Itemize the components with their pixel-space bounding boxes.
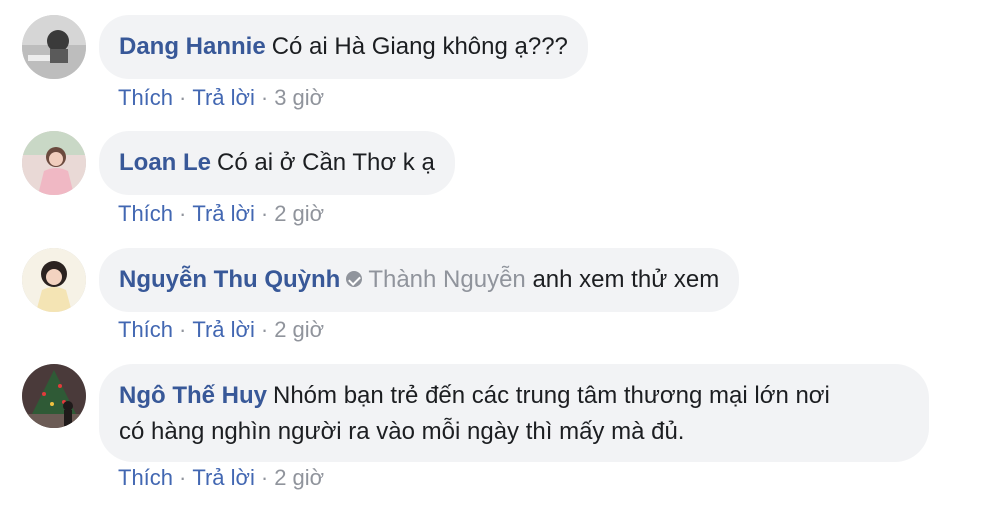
tag-check-icon <box>346 270 363 287</box>
separator-dot: · <box>179 85 187 110</box>
comment-actions: Thích · Trả lời · 3 giờ <box>118 84 324 112</box>
comment-text: anh xem thử xem <box>532 266 720 293</box>
separator-dot: · <box>179 201 187 226</box>
comment-time[interactable]: 3 giờ <box>274 85 324 110</box>
comment-author[interactable]: Loan Le <box>119 149 211 176</box>
comment-text-line-1: Nhóm bạn trẻ đến các trung tâm thương mạ… <box>273 382 830 409</box>
separator-dot: · <box>260 465 269 490</box>
avatar-image <box>22 364 86 428</box>
comment-time[interactable]: 2 giờ <box>274 201 324 226</box>
separator-dot: · <box>260 201 269 226</box>
comment-actions: Thích · Trả lời · 2 giờ <box>118 200 324 228</box>
like-link[interactable]: Thích <box>118 317 173 342</box>
comment-bubble: Dang Hannie Có ai Hà Giang không ạ??? <box>99 15 588 79</box>
comment-text: Có ai ở Cần Thơ k ạ <box>217 149 435 176</box>
reply-link[interactable]: Trả lời <box>192 465 255 490</box>
comment-actions: Thích · Trả lời · 2 giờ <box>118 316 324 344</box>
comment-bubble: Loan Le Có ai ở Cần Thơ k ạ <box>99 131 455 195</box>
separator-dot: · <box>260 317 269 342</box>
separator-dot: · <box>179 317 187 342</box>
like-link[interactable]: Thích <box>118 201 173 226</box>
comment-bubble: Ngô Thế Huy Nhóm bạn trẻ đến các trung tâ… <box>99 364 929 462</box>
like-link[interactable]: Thích <box>118 85 173 110</box>
comment-bubble: Nguyễn Thu Quỳnh Thành Nguyễn anh xem thử… <box>99 248 740 312</box>
comment-time[interactable]: 2 giờ <box>274 465 324 490</box>
comment-text-line-2: có hàng nghìn người ra vào mỗi ngày thì … <box>119 418 685 445</box>
comment-author[interactable]: Ngô Thế Huy <box>119 382 267 409</box>
comment-actions: Thích · Trả lời · 2 giờ <box>118 464 324 492</box>
reply-link[interactable]: Trả lời <box>192 201 255 226</box>
avatar[interactable] <box>22 15 86 79</box>
avatar-image <box>22 248 86 312</box>
separator-dot: · <box>179 465 187 490</box>
reply-link[interactable]: Trả lời <box>192 317 255 342</box>
comment-author[interactable]: Dang Hannie <box>119 33 266 60</box>
avatar[interactable] <box>22 364 86 428</box>
mention-tag[interactable]: Thành Nguyễn <box>368 266 525 293</box>
like-link[interactable]: Thích <box>118 465 173 490</box>
reply-link[interactable]: Trả lời <box>192 85 255 110</box>
avatar[interactable] <box>22 131 86 195</box>
avatar-image <box>22 131 86 195</box>
comment-text: Có ai Hà Giang không ạ??? <box>271 33 568 60</box>
avatar-image <box>22 15 86 79</box>
avatar[interactable] <box>22 248 86 312</box>
comment-time[interactable]: 2 giờ <box>274 317 324 342</box>
comment-author[interactable]: Nguyễn Thu Quỳnh <box>119 266 340 293</box>
separator-dot: · <box>260 85 269 110</box>
